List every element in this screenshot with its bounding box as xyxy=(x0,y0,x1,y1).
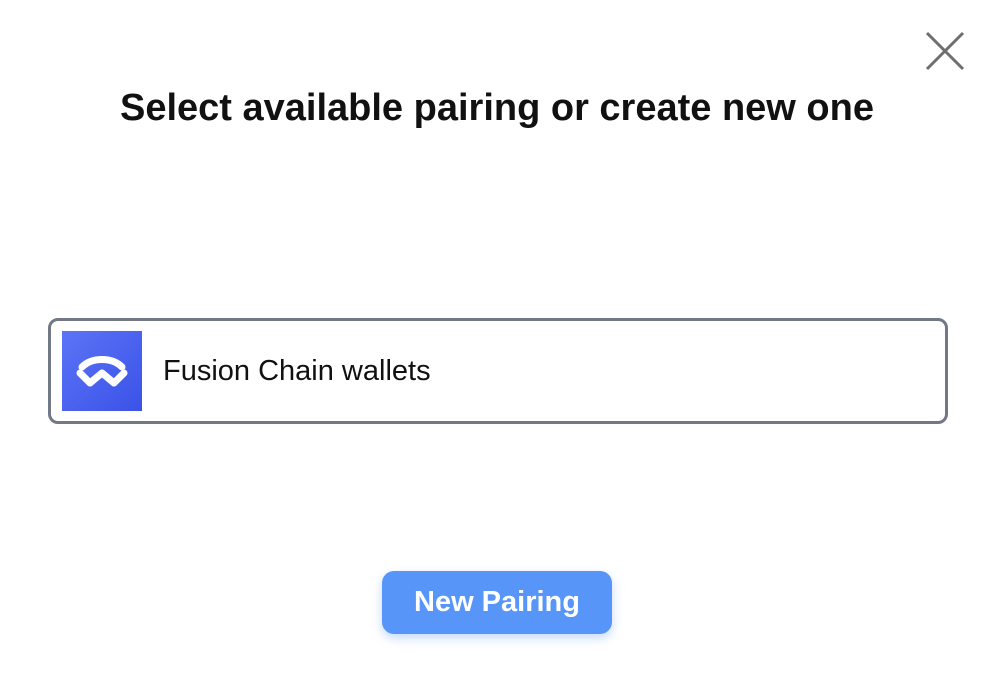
pairing-modal: Select available pairing or create new o… xyxy=(0,0,994,682)
pairing-list-item[interactable]: Fusion Chain wallets xyxy=(48,318,948,424)
close-button[interactable] xyxy=(922,28,968,74)
pairing-label: Fusion Chain wallets xyxy=(163,355,431,387)
close-icon xyxy=(925,31,965,71)
modal-title: Select available pairing or create new o… xyxy=(120,87,874,129)
new-pairing-button[interactable]: New Pairing xyxy=(382,571,612,634)
walletconnect-logo-icon xyxy=(62,331,142,411)
